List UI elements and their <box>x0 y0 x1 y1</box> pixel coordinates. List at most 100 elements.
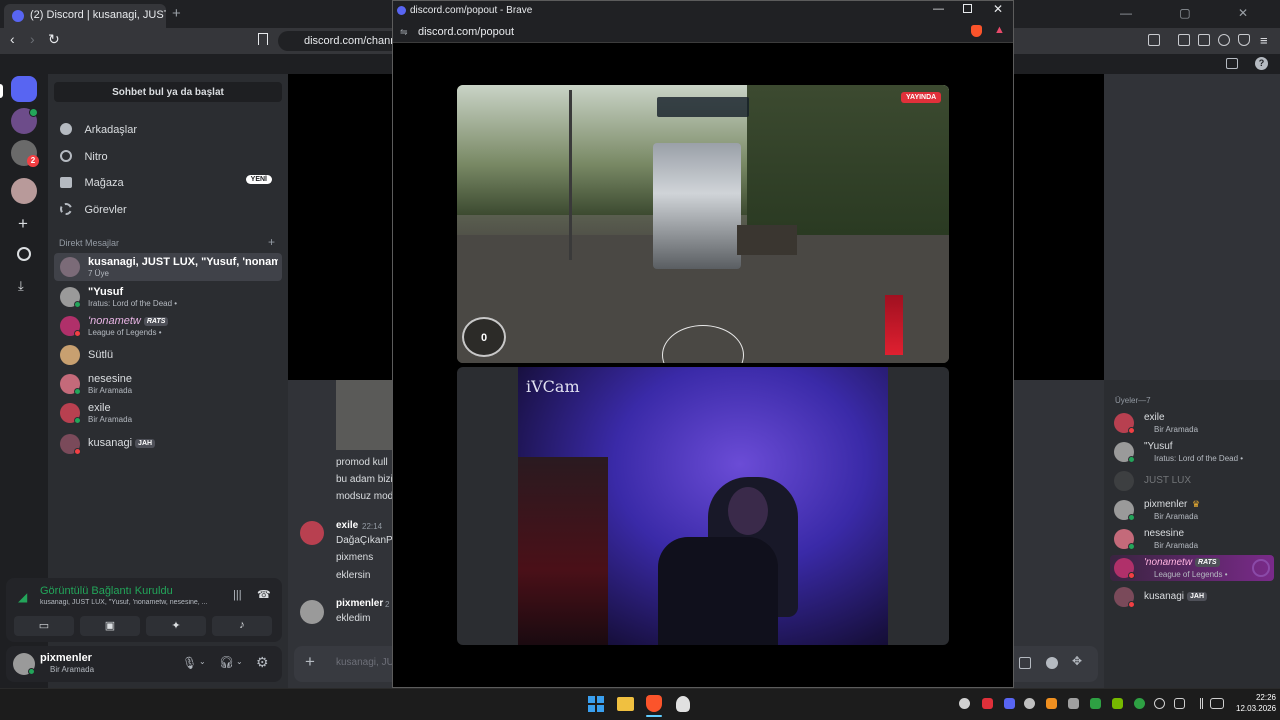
tray-discord-icon[interactable] <box>1004 698 1015 709</box>
member-pixmenler[interactable]: pixmenler ♛ Bir Aramada <box>1110 497 1274 523</box>
dm-item-exile[interactable]: exile Bir Aramada <box>54 400 282 426</box>
bookmark-icon[interactable] <box>258 33 268 45</box>
server-icon-3[interactable] <box>11 178 37 204</box>
member-kusanagi[interactable]: kusanagi JAH <box>1110 584 1274 610</box>
wallet-icon[interactable] <box>1198 34 1210 46</box>
member-yusuf[interactable]: "Yusuf Iratus: Lord of the Dead • <box>1110 439 1274 465</box>
nav-quests[interactable]: Görevler <box>60 200 280 218</box>
reload-icon[interactable]: ↻ <box>48 31 60 48</box>
member-nesesine[interactable]: nesesine Bir Aramada <box>1110 526 1274 552</box>
avatar <box>1114 471 1134 491</box>
message-avatar-exile[interactable] <box>300 521 324 545</box>
clock[interactable]: 22:26 12.03.2026 <box>1236 692 1276 714</box>
download-icon[interactable]: ⤓ <box>18 278 24 294</box>
dm-section-header: Direkt Mesajlar <box>59 238 120 248</box>
app-icon[interactable] <box>676 696 690 712</box>
camera-off-icon: ▭ <box>38 620 50 632</box>
member-justlux[interactable]: JUST LUX <box>1110 468 1274 494</box>
chevron-down-icon[interactable]: ⌄ <box>199 657 206 666</box>
add-server-icon[interactable]: + <box>18 214 28 234</box>
settings-gear-icon[interactable]: ⚙ <box>256 654 269 671</box>
menu-icon[interactable]: ≡ <box>1260 33 1268 48</box>
find-conversation-button[interactable]: Sohbet bul ya da başlat <box>54 82 282 102</box>
battery-icon[interactable] <box>1210 698 1224 709</box>
member-name-row: kusanagi JAH <box>1144 591 1208 602</box>
attachment-image[interactable] <box>336 380 392 450</box>
noise-suppression-icon[interactable]: ||| <box>233 589 242 601</box>
camera-toggle-button[interactable]: ▭ <box>14 616 74 636</box>
network-icon[interactable] <box>1174 698 1185 709</box>
clock-date: 12.03.2026 <box>1236 704 1277 713</box>
volume-icon[interactable] <box>1192 698 1203 709</box>
screen-share-button[interactable]: ▣ <box>80 616 140 636</box>
message-avatar-pixmenler[interactable] <box>300 600 324 624</box>
member-sub: Iratus: Lord of the Dead • <box>1154 454 1244 463</box>
sticker-icon[interactable] <box>1019 657 1031 669</box>
headphones-icon[interactable]: 🎧︎ <box>219 655 234 669</box>
back-icon[interactable]: ‹ <box>10 31 15 47</box>
leo-ai-icon[interactable] <box>1218 34 1230 46</box>
member-exile[interactable]: exile Bir Aramada <box>1110 410 1274 436</box>
soundboard-button[interactable]: ♪ <box>212 616 272 636</box>
windows-start-icon[interactable] <box>588 696 604 712</box>
stream-truck <box>653 143 741 269</box>
file-explorer-icon[interactable] <box>617 697 634 711</box>
emoji-icon[interactable] <box>1046 657 1058 669</box>
message-text: promod kull <box>336 457 388 468</box>
cast-icon[interactable] <box>1148 34 1160 46</box>
close-icon[interactable]: ✕ <box>993 2 1003 16</box>
pc-case <box>518 457 608 645</box>
discord-home-icon[interactable] <box>11 76 37 102</box>
brave-browser-icon[interactable] <box>646 695 662 712</box>
disconnect-icon[interactable]: ☎ <box>257 588 271 601</box>
message-author[interactable]: pixmenler <box>336 598 383 609</box>
new-tab-button[interactable]: + <box>172 5 181 22</box>
webcam-stream[interactable]: iVCam <box>457 367 949 645</box>
help-icon[interactable]: ? <box>1255 57 1268 70</box>
member-nonametw[interactable]: 'nonametw RATS League of Legends • <box>1110 555 1274 581</box>
screen-share-stream[interactable]: YAYINDA 0 <box>457 85 949 363</box>
forward-icon[interactable]: › <box>30 31 35 47</box>
apps-icon[interactable]: ✥ <box>1072 654 1082 668</box>
create-dm-button[interactable]: + <box>268 235 275 249</box>
sidebar-icon[interactable] <box>1178 34 1190 46</box>
tray-app-icon[interactable] <box>959 698 970 709</box>
dm-item-sutlu[interactable]: Sütlü <box>54 342 282 368</box>
site-info-icon[interactable]: ⇋ <box>400 27 408 38</box>
nav-nitro[interactable]: Nitro <box>60 147 280 165</box>
tray-app-icon[interactable] <box>1046 698 1057 709</box>
dm-item-group[interactable]: kusanagi, JUST LUX, "Yusuf, 'nonamet... … <box>54 253 282 281</box>
tray-app-icon[interactable] <box>982 698 993 709</box>
brave-shields-icon[interactable] <box>971 25 982 37</box>
message-author[interactable]: exile <box>336 520 358 531</box>
discover-icon[interactable] <box>17 247 31 261</box>
tray-app-icon[interactable] <box>1134 698 1145 709</box>
vpn-shield-icon[interactable] <box>1238 34 1250 46</box>
tray-mic-icon[interactable] <box>1154 698 1165 709</box>
tray-app-icon[interactable] <box>1024 698 1035 709</box>
status-online <box>1128 514 1135 521</box>
nav-label: Görevler <box>84 204 127 216</box>
main-window-controls[interactable]: — ▢ ✕ <box>1120 6 1270 20</box>
dm-item-nonametw[interactable]: 'nonametw RATS League of Legends • <box>54 313 282 339</box>
nav-friends[interactable]: Arkadaşlar <box>60 120 280 138</box>
maximize-icon[interactable] <box>963 4 972 13</box>
dm-item-yusuf[interactable]: "Yusuf Iratus: Lord of the Dead • <box>54 284 282 310</box>
tray-nvidia-icon[interactable] <box>1112 698 1123 709</box>
dm-item-nesesine[interactable]: nesesine Bir Aramada <box>54 371 282 397</box>
member-name: pixmenler <box>1144 499 1188 510</box>
mic-icon[interactable]: 🎙︎ <box>182 656 197 670</box>
tray-app-icon[interactable] <box>1068 698 1079 709</box>
nav-shop[interactable]: Mağaza YENİ <box>60 173 280 191</box>
dm-item-kusanagi[interactable]: kusanagi JAH <box>54 431 282 457</box>
brave-rewards-icon[interactable]: ▲ <box>994 24 1005 36</box>
browser-tab-discord[interactable]: (2) Discord | kusanagi, JUST L... <box>4 4 166 28</box>
voice-status-title[interactable]: Görüntülü Bağlantı Kuruldu <box>40 585 173 597</box>
inbox-icon[interactable] <box>1226 58 1238 69</box>
tray-app-icon[interactable] <box>1090 698 1101 709</box>
chevron-down-icon[interactable]: ⌄ <box>236 657 243 666</box>
activities-button[interactable]: ✦ <box>146 616 206 636</box>
minimize-icon[interactable]: — <box>933 3 944 15</box>
popout-address-bar[interactable]: ⇋ discord.com/popout ▲ <box>393 21 1013 43</box>
attach-plus-icon[interactable]: + <box>305 652 315 672</box>
